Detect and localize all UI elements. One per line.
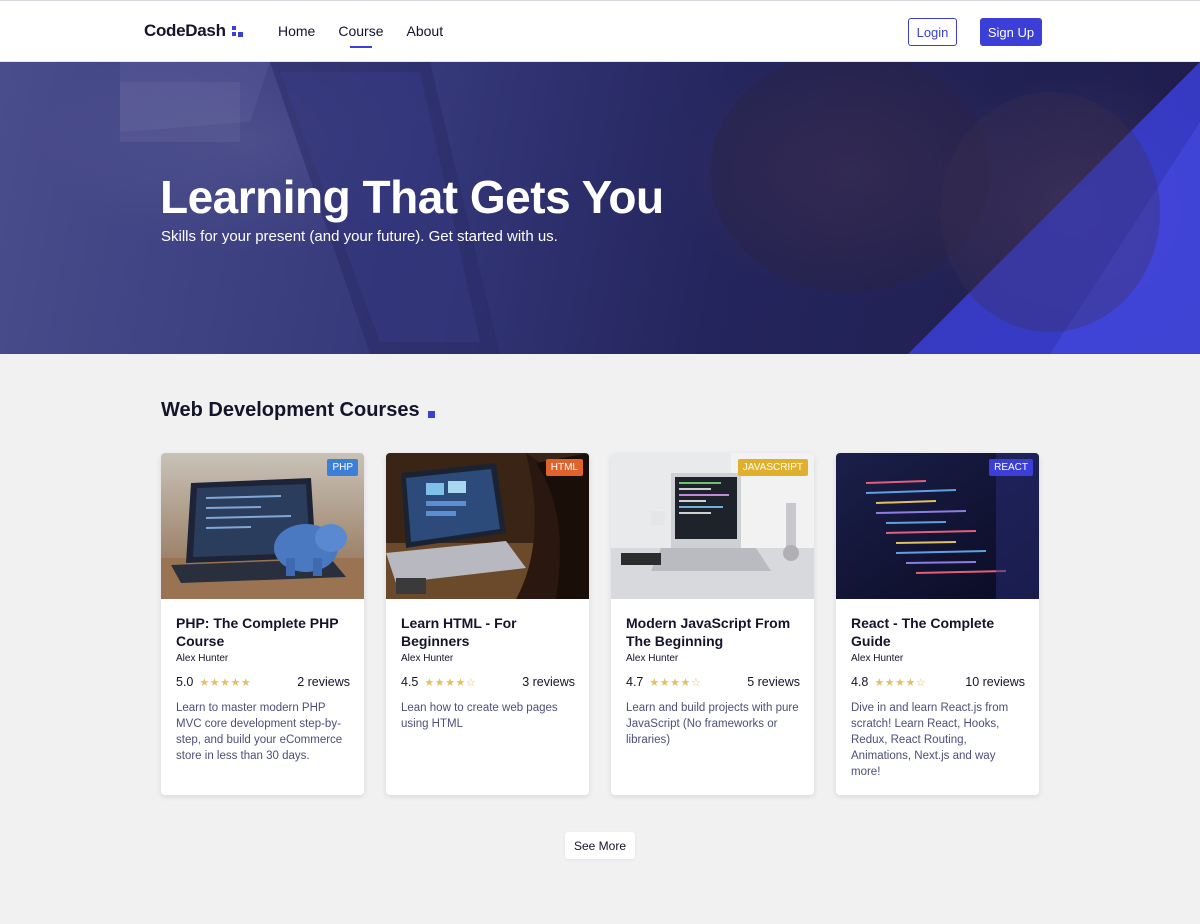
- course-badge: JAVASCRIPT: [737, 459, 808, 476]
- section-dot-icon: [427, 411, 435, 418]
- rating-value: 5.0: [176, 675, 194, 689]
- course-description: Learn to master modern PHP MVC core deve…: [176, 702, 343, 762]
- course-image-react: REACT: [836, 453, 1039, 599]
- course-card-php[interactable]: PHP PHP: The Complete PHP Course Alex Hu…: [161, 453, 364, 795]
- course-card-list: PHP PHP: The Complete PHP Course Alex Hu…: [161, 453, 1040, 795]
- hero-title: Learning That Gets You: [160, 171, 664, 223]
- course-card-react[interactable]: REACT React - The Complete Guide Alex Hu…: [836, 453, 1039, 795]
- review-count: 2 reviews: [297, 675, 350, 689]
- logo-text: CodeDash: [144, 21, 226, 40]
- course-badge: REACT: [989, 459, 1033, 476]
- nav-link-about[interactable]: About: [407, 23, 444, 39]
- nav-link-course[interactable]: Course: [338, 23, 384, 48]
- course-badge: HTML: [545, 459, 583, 476]
- course-rating-row: 4.7 ★★★★☆ 5 reviews: [626, 675, 800, 689]
- see-more-button[interactable]: See More: [565, 832, 635, 859]
- course-author: Alex Hunter: [626, 653, 679, 664]
- navbar: CodeDash Home Course About Login Sign Up: [0, 0, 1200, 62]
- nav-link-home[interactable]: Home: [278, 23, 315, 39]
- course-card-html[interactable]: HTML Learn HTML - For Beginners Alex Hun…: [386, 453, 589, 795]
- course-card-javascript[interactable]: JAVASCRIPT Modern JavaScript From The Be…: [611, 453, 814, 795]
- signup-button[interactable]: Sign Up: [980, 18, 1042, 46]
- course-author: Alex Hunter: [851, 653, 904, 664]
- rating-value: 4.5: [401, 675, 419, 689]
- rating-value: 4.7: [626, 675, 644, 689]
- course-description: Lean how to create web pages using HTML: [401, 702, 558, 730]
- course-title[interactable]: React - The Complete Guide: [851, 614, 1026, 650]
- course-rating-row: 4.8 ★★★★☆ 10 reviews: [851, 675, 1025, 689]
- course-rating-row: 4.5 ★★★★☆ 3 reviews: [401, 675, 575, 689]
- login-button[interactable]: Login: [908, 18, 957, 46]
- section-title: Web Development Courses: [161, 399, 435, 422]
- course-author: Alex Hunter: [401, 653, 454, 664]
- logo-squares-icon: [231, 26, 244, 38]
- course-image-php: PHP: [161, 453, 364, 599]
- review-count: 5 reviews: [747, 675, 800, 689]
- course-image-javascript: JAVASCRIPT: [611, 453, 814, 599]
- course-description: Learn and build projects with pure JavaS…: [626, 702, 799, 746]
- section-title-text: Web Development Courses: [161, 399, 420, 421]
- star-rating-icon: ★★★★★: [199, 676, 252, 689]
- course-image-html: HTML: [386, 453, 589, 599]
- hero-banner: Learning That Gets You Skills for your p…: [0, 62, 1200, 354]
- course-author: Alex Hunter: [176, 653, 229, 664]
- review-count: 10 reviews: [965, 675, 1025, 689]
- review-count: 3 reviews: [522, 675, 575, 689]
- course-title[interactable]: PHP: The Complete PHP Course: [176, 614, 351, 650]
- course-title[interactable]: Modern JavaScript From The Beginning: [626, 614, 801, 650]
- course-badge: PHP: [327, 459, 358, 476]
- course-description: Dive in and learn React.js from scratch!…: [851, 702, 1009, 778]
- logo[interactable]: CodeDash: [144, 21, 244, 41]
- course-rating-row: 5.0 ★★★★★ 2 reviews: [176, 675, 350, 689]
- course-title[interactable]: Learn HTML - For Beginners: [401, 614, 576, 650]
- hero-subtitle: Skills for your present (and your future…: [161, 228, 558, 245]
- star-rating-icon: ★★★★☆: [424, 676, 477, 689]
- main-nav: Home Course About: [278, 23, 444, 48]
- star-rating-icon: ★★★★☆: [874, 676, 927, 689]
- rating-value: 4.8: [851, 675, 869, 689]
- star-rating-icon: ★★★★☆: [649, 676, 702, 689]
